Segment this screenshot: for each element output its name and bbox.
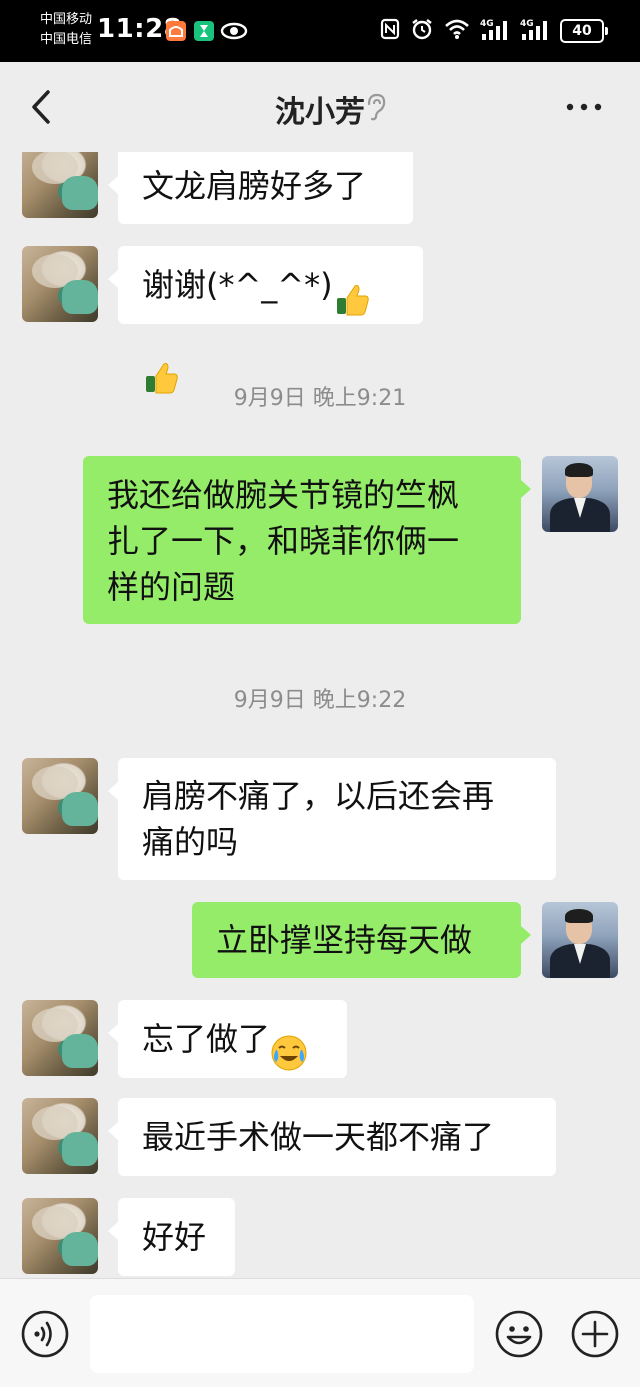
ear-icon bbox=[364, 92, 388, 122]
contact-avatar[interactable] bbox=[22, 1198, 98, 1274]
chat-input-bar bbox=[0, 1278, 640, 1387]
message-timestamp: 9月9日 晚上9:22 bbox=[233, 688, 407, 713]
nfc-icon bbox=[380, 18, 400, 44]
message-bubble-incoming[interactable]: 肩膀不痛了，以后还会再 痛的吗 bbox=[108, 758, 556, 880]
signal-4g-icon-1: 4G bbox=[480, 17, 510, 45]
message-text: 忘了做了 bbox=[142, 1020, 271, 1058]
message-timestamp: 9月9日 晚上9:21 bbox=[233, 386, 407, 411]
status-bar: 中国移动 中国电信 11:28 4G 4G 40 bbox=[0, 0, 640, 62]
message-text: 好好 bbox=[142, 1218, 207, 1256]
status-icons: 4G 4G 40 bbox=[380, 17, 608, 45]
message-bubble-incoming[interactable]: 忘了做了 bbox=[108, 1000, 347, 1078]
contact-avatar[interactable] bbox=[22, 758, 98, 834]
svg-text:4G: 4G bbox=[520, 19, 534, 29]
contact-avatar[interactable] bbox=[22, 152, 98, 218]
timer-app-icon bbox=[194, 21, 214, 41]
contact-avatar[interactable] bbox=[22, 1000, 98, 1076]
more-options-button[interactable] bbox=[564, 92, 604, 122]
my-avatar[interactable] bbox=[542, 902, 618, 978]
emoji-button[interactable] bbox=[494, 1309, 544, 1359]
thumbs-up-emoji bbox=[142, 346, 180, 394]
message-text: 立卧撑坚持每天做 bbox=[216, 921, 473, 959]
message-input[interactable] bbox=[90, 1295, 474, 1373]
plus-icon bbox=[571, 1310, 619, 1358]
more-functions-button[interactable] bbox=[570, 1309, 620, 1359]
svg-text:4G: 4G bbox=[480, 19, 494, 29]
message-bubble-incoming[interactable]: 最近手术做一天都不痛了 bbox=[108, 1098, 556, 1176]
message-bubble-incoming[interactable]: 文龙肩膀好多了 bbox=[108, 152, 413, 224]
more-dots-icon bbox=[566, 103, 602, 111]
message-bubble-outgoing[interactable]: 我还给做腕关节镜的竺枫 扎了一下，和晓菲你俩一 样的问题 bbox=[83, 456, 531, 624]
message-bubble-incoming[interactable]: 好好 bbox=[108, 1198, 235, 1276]
chat-title: 沈小芳 bbox=[275, 95, 365, 130]
carrier-2: 中国电信 bbox=[40, 32, 93, 47]
notification-app-icon bbox=[166, 21, 186, 41]
message-text-line: 我还给做腕关节镜的竺枫 bbox=[107, 476, 460, 514]
my-avatar[interactable] bbox=[542, 456, 618, 532]
message-bubble-incoming[interactable]: 谢谢(*^_^*) bbox=[108, 246, 423, 394]
smiley-icon bbox=[495, 1310, 543, 1358]
message-text-line: 样的问题 bbox=[107, 568, 236, 606]
battery-indicator: 40 bbox=[560, 19, 608, 43]
message-text: 最近手术做一天都不痛了 bbox=[142, 1118, 495, 1156]
chat-header: 沈小芳 bbox=[0, 62, 640, 152]
wifi-icon bbox=[444, 18, 470, 44]
alarm-icon bbox=[410, 17, 434, 45]
voice-input-button[interactable] bbox=[20, 1309, 70, 1359]
message-text: 谢谢(*^_^*) bbox=[142, 266, 333, 304]
contact-avatar[interactable] bbox=[22, 1098, 98, 1174]
message-list[interactable]: 文龙肩膀好多了 谢谢(*^_^*) 9月9日 晚上9:21 我还给做腕关节镜的竺… bbox=[0, 152, 640, 1278]
eye-icon bbox=[220, 19, 248, 47]
message-text-line: 扎了一下，和晓菲你俩一 bbox=[107, 522, 460, 560]
contact-avatar[interactable] bbox=[22, 246, 98, 322]
message-bubble-outgoing[interactable]: 立卧撑坚持每天做 bbox=[192, 902, 531, 978]
crying-laughing-emoji bbox=[270, 1022, 308, 1071]
carrier-1: 中国移动 bbox=[40, 12, 93, 27]
signal-4g-icon-2: 4G bbox=[520, 17, 550, 45]
voice-icon bbox=[21, 1310, 69, 1358]
message-text-line: 痛的吗 bbox=[142, 823, 239, 861]
carrier-info: 中国移动 中国电信 bbox=[40, 10, 92, 50]
thumbs-up-emoji bbox=[333, 268, 371, 316]
message-text-line: 肩膀不痛了，以后还会再 bbox=[142, 777, 495, 815]
message-text: 文龙肩膀好多了 bbox=[142, 167, 367, 205]
